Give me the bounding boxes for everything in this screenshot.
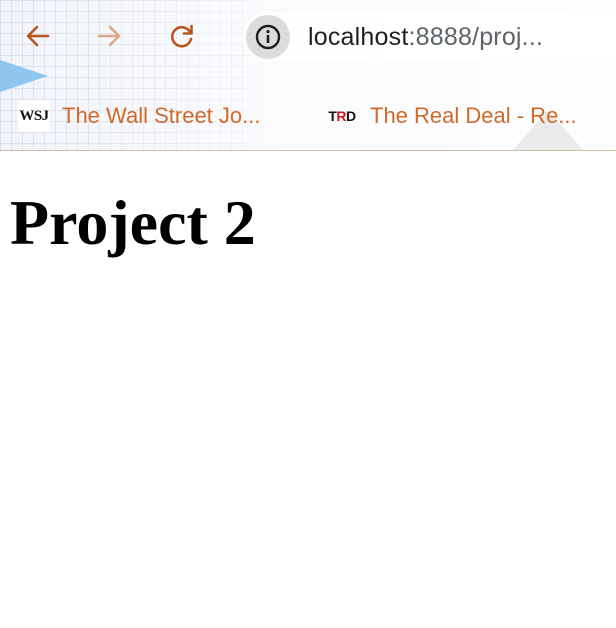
- back-button[interactable]: [16, 14, 60, 58]
- address-bar[interactable]: localhost:8888/proj...: [242, 12, 616, 62]
- url-path: :8888/proj...: [408, 22, 544, 51]
- bookmark-label: The Wall Street Jo...: [62, 103, 261, 128]
- trd-favicon-d: D: [346, 108, 356, 124]
- bookmark-the-real-deal[interactable]: TRD The Real Deal - Re...: [326, 96, 606, 136]
- page-title: Project 2: [10, 187, 256, 258]
- trd-favicon-icon: TRD: [326, 100, 358, 132]
- wsj-favicon-icon: WSJ: [18, 100, 50, 132]
- url-text[interactable]: localhost:8888/proj...: [308, 23, 590, 52]
- info-icon: [255, 24, 281, 50]
- browser-toolbar: localhost:8888/proj...: [0, 0, 616, 74]
- reload-button[interactable]: [160, 14, 204, 58]
- wsj-favicon-text: WSJ: [19, 107, 49, 124]
- arrow-left-icon: [26, 25, 50, 47]
- forward-button[interactable]: [87, 14, 131, 58]
- bookmark-wsj[interactable]: WSJ The Wall Street Jo...: [18, 96, 294, 136]
- arrow-right-icon: [97, 25, 121, 47]
- url-host: localhost: [308, 22, 409, 51]
- trd-favicon-t: T: [328, 108, 337, 124]
- site-info-button[interactable]: [246, 15, 290, 59]
- browser-chrome: localhost:8888/proj... WSJ The Wall Stre…: [0, 0, 616, 151]
- trd-favicon-r: R: [336, 108, 347, 124]
- bookmarks-bar: WSJ The Wall Street Jo... TRD The Real D…: [0, 96, 616, 136]
- bookmark-label: The Real Deal - Re...: [370, 103, 577, 128]
- reload-icon: [170, 24, 193, 48]
